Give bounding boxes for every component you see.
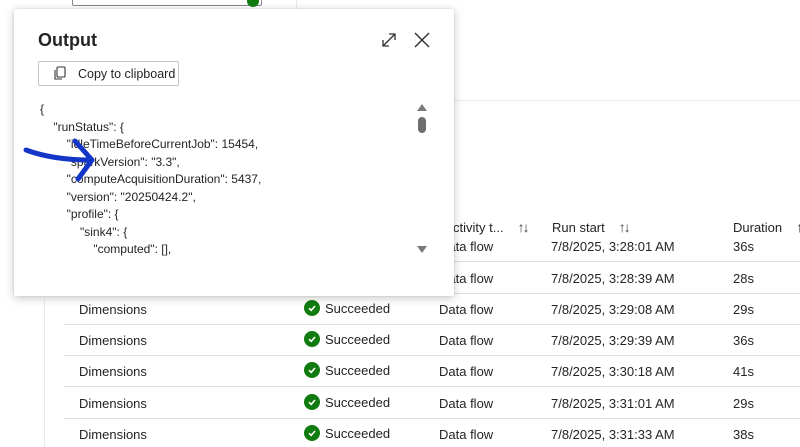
activity-type: Data flow [439, 333, 494, 348]
table-row[interactable]: Dimensions Succeeded Data flow 7/8/2025, 3:… [64, 325, 800, 356]
status-text: Succeeded [325, 362, 391, 378]
table-row[interactable]: Dimensions Succeeded Data flow 7/8/2025, 3:… [64, 388, 800, 419]
json-line: { [40, 102, 45, 116]
check-circle-icon [304, 394, 320, 410]
duration: 36s [733, 333, 754, 348]
activity-name[interactable]: Dimensions [79, 396, 147, 411]
duration: 36s [733, 239, 754, 254]
status-cell: Succeeded [304, 394, 390, 410]
status-text: Succeeded [325, 331, 391, 347]
json-line: "sink4": { [40, 224, 128, 239]
check-circle-icon [304, 362, 320, 378]
run-start: 7/8/2025, 3:31:01 AM [551, 396, 675, 411]
status-cell: Succeeded [304, 300, 390, 316]
activity-type: Data flow [439, 396, 494, 411]
expand-icon[interactable] [378, 29, 400, 51]
activity-type: Data flow [439, 364, 494, 379]
status-cell: Succeeded [304, 425, 390, 441]
status-text: Succeeded [325, 425, 391, 441]
check-circle-icon [304, 300, 320, 316]
close-icon[interactable] [411, 29, 433, 51]
copy-to-clipboard-button[interactable]: Copy to clipboard [38, 61, 179, 86]
top-input-field[interactable] [72, 0, 262, 7]
divider [44, 298, 45, 447]
duration: 29s [733, 396, 754, 411]
annotation-arrow-icon [23, 138, 95, 182]
activity-name[interactable]: Dimensions [79, 333, 147, 348]
run-start: 7/8/2025, 3:29:39 AM [551, 333, 675, 348]
run-start: 7/8/2025, 3:28:01 AM [551, 239, 675, 254]
copy-label: Copy to clipboard [78, 66, 176, 81]
success-icon [247, 0, 259, 7]
json-line: "runStatus": { [40, 119, 124, 134]
table-row[interactable]: Dimensions Succeeded Data flow 7/8/2025, 3:… [64, 294, 800, 325]
scrollbar-thumb[interactable] [418, 117, 426, 133]
duration: 29s [733, 302, 754, 317]
status-cell: Succeeded [304, 362, 390, 378]
run-start: 7/8/2025, 3:28:39 AM [551, 271, 675, 286]
json-line: "profile": { [40, 207, 119, 221]
table-row[interactable]: Dimensions Succeeded Data flow 7/8/2025, 3:… [64, 419, 800, 447]
check-circle-icon [304, 331, 320, 347]
run-start: 7/8/2025, 3:30:18 AM [551, 364, 675, 379]
scroll-down-arrow-icon[interactable] [417, 246, 427, 253]
panel-title: Output [38, 30, 97, 50]
json-line: "version": "20250424.2", [40, 189, 196, 204]
scroll-up-arrow-icon[interactable] [417, 104, 427, 111]
table-row[interactable]: Dimensions Succeeded Data flow 7/8/2025, 3:… [64, 356, 800, 387]
copy-icon [53, 66, 67, 81]
run-start: 7/8/2025, 3:29:08 AM [551, 302, 675, 317]
status-cell: Succeeded [304, 331, 390, 347]
activity-name[interactable]: Dimensions [79, 364, 147, 379]
activity-type: Data flow [439, 427, 494, 442]
status-text: Succeeded [325, 300, 391, 316]
run-start: 7/8/2025, 3:31:33 AM [551, 427, 675, 442]
duration: 28s [733, 271, 754, 286]
activity-name[interactable]: Dimensions [79, 302, 147, 317]
status-text: Succeeded [325, 394, 391, 410]
json-line: "computed": [], [40, 242, 172, 256]
check-circle-icon [304, 425, 320, 441]
activity-name[interactable]: Dimensions [79, 427, 147, 442]
duration: 41s [733, 364, 754, 379]
duration: 38s [733, 427, 754, 442]
activity-type: Data flow [439, 302, 494, 317]
